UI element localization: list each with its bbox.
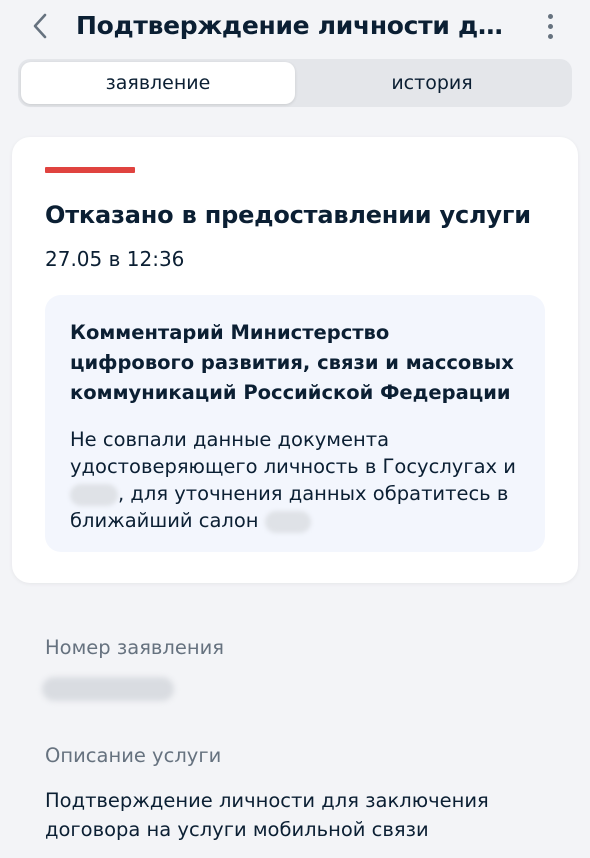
tab-history[interactable]: история [295, 62, 569, 104]
tab-application[interactable]: заявление [21, 62, 295, 104]
status-date: 27.05 в 12:36 [45, 247, 185, 271]
more-vertical-icon [547, 13, 553, 19]
page-title: Подтверждение личности для... [76, 11, 506, 40]
comment-body-text-1: Не совпали данные документа удостоверяющ… [70, 428, 516, 478]
comment-box: Комментарий Министерство цифрового разви… [45, 295, 545, 552]
chevron-left-icon [33, 13, 47, 39]
status-indicator-bar [45, 167, 135, 173]
application-number-label: Номер заявления [45, 636, 225, 659]
redacted-operator-name [70, 483, 118, 506]
service-description-label: Описание услуги [45, 744, 222, 767]
redacted-application-number [42, 677, 174, 701]
comment-heading: Комментарий Министерство цифрового разви… [70, 321, 514, 404]
more-menu-button[interactable] [534, 8, 566, 44]
back-button[interactable] [22, 8, 58, 44]
status-card: Отказано в предоставлении услуги 27.05 в… [12, 137, 578, 583]
app-header: Подтверждение личности для... [0, 0, 590, 56]
status-title: Отказано в предоставлении услуги [45, 201, 531, 229]
service-description-value: Подтверждение личности для заключения до… [45, 789, 489, 841]
redacted-salon-name [264, 510, 311, 533]
segmented-tabs: заявление история [18, 59, 572, 107]
comment-body: Не совпали данные документа удостоверяющ… [70, 426, 520, 534]
